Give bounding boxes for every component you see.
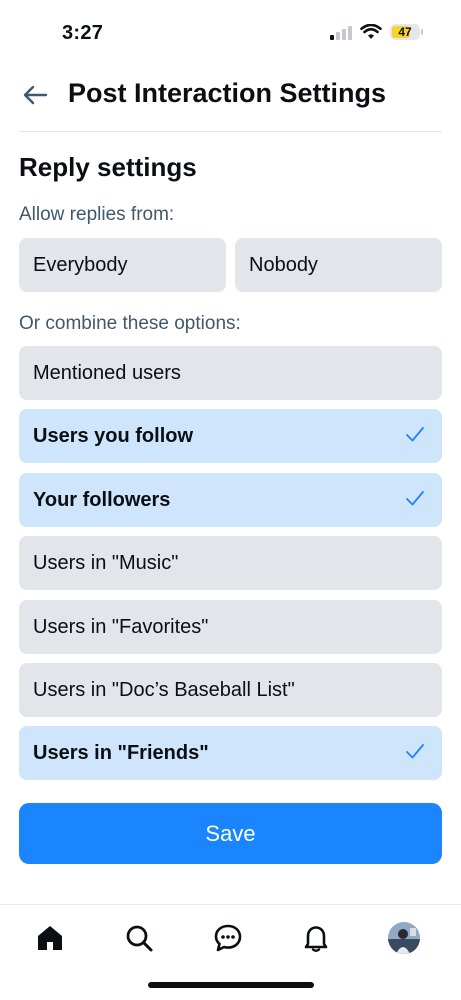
avatar [388, 922, 420, 954]
nobody-button[interactable]: Nobody [235, 238, 442, 292]
section-title: Reply settings [19, 152, 197, 182]
home-indicator [148, 982, 314, 988]
option-label: Your followers [33, 488, 171, 511]
checkmark-icon [406, 491, 424, 506]
option-mentioned-users[interactable]: Mentioned users [19, 346, 442, 400]
option-list-favorites[interactable]: Users in "Favorites" [19, 600, 442, 654]
status-icons: 47 [330, 24, 423, 40]
option-label: Mentioned users [33, 361, 181, 384]
search-icon [126, 925, 153, 952]
battery-icon: 47 [390, 24, 423, 40]
combine-options-label: Or combine these options: [19, 313, 241, 334]
everybody-label: Everybody [33, 253, 128, 276]
checkmark-icon [406, 427, 424, 442]
option-users-you-follow[interactable]: Users you follow [19, 409, 442, 463]
option-list-friends[interactable]: Users in "Friends" [19, 726, 442, 780]
bell-icon [304, 926, 328, 952]
status-time: 3:27 [62, 22, 104, 44]
option-label: Users in "Doc’s Baseball List" [33, 678, 295, 701]
nobody-label: Nobody [249, 253, 318, 276]
checkmark-icon [406, 744, 424, 759]
save-label: Save [205, 820, 256, 846]
tab-notifications[interactable] [299, 921, 333, 955]
allow-replies-label: Allow replies from: [19, 204, 175, 225]
wifi-icon [360, 24, 382, 39]
option-label: Users you follow [33, 424, 194, 447]
header: Post Interaction Settings [0, 66, 461, 126]
tab-search[interactable] [122, 921, 156, 955]
header-divider [19, 131, 442, 132]
page-title: Post Interaction Settings [68, 78, 387, 108]
tab-home[interactable] [33, 921, 67, 955]
home-icon [38, 926, 62, 950]
everybody-button[interactable]: Everybody [19, 238, 226, 292]
option-label: Users in "Favorites" [33, 615, 209, 638]
cellular-signal-icon [330, 24, 352, 40]
option-list-music[interactable]: Users in "Music" [19, 536, 442, 590]
tab-chat[interactable] [211, 921, 245, 955]
status-bar: 3:27 47 [0, 0, 461, 66]
option-list-docs-baseball[interactable]: Users in "Doc’s Baseball List" [19, 663, 442, 717]
chat-icon [214, 924, 242, 952]
save-button[interactable]: Save [19, 803, 442, 864]
option-label: Users in "Friends" [33, 741, 209, 764]
back-arrow-icon[interactable] [20, 80, 50, 110]
battery-level: 47 [398, 25, 412, 39]
option-label: Users in "Music" [33, 551, 179, 574]
tab-profile[interactable] [387, 921, 421, 955]
option-your-followers[interactable]: Your followers [19, 473, 442, 527]
